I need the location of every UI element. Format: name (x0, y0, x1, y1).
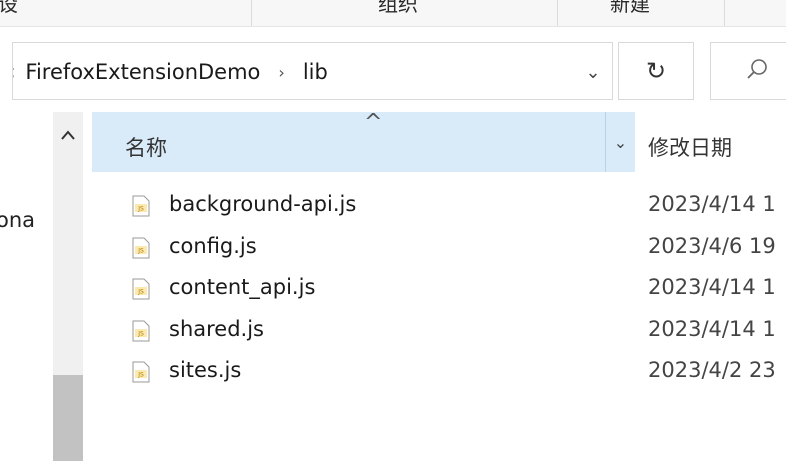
search-input[interactable] (710, 42, 786, 100)
column-filter-dropdown-icon[interactable]: ⌄ (606, 112, 635, 172)
ribbon-divider (0, 26, 786, 27)
file-name: shared.js (169, 316, 264, 341)
table-row[interactable]: JS background-api.js 2023/4/14 1 (92, 186, 786, 228)
column-header-name[interactable]: ^ 名称 (92, 110, 635, 172)
js-file-icon: JS (132, 195, 150, 217)
table-row[interactable]: JS content_api.js 2023/4/14 1 (92, 269, 786, 311)
svg-text:JS: JS (137, 247, 144, 254)
search-icon (747, 59, 767, 79)
file-date-modified: 2023/4/14 1 (648, 192, 776, 216)
ribbon-separator (724, 0, 725, 27)
js-file-icon: JS (132, 320, 150, 341)
breadcrumb-item-firefoxextensiondemo[interactable]: FirefoxExtensionDemo (25, 60, 260, 84)
ribbon-separator (251, 0, 252, 27)
js-file-icon: JS (132, 361, 150, 383)
nav-item-clipped[interactable]: ona (0, 208, 35, 232)
breadcrumb-item-lib[interactable]: lib (303, 60, 328, 84)
table-row[interactable]: JS shared.js 2023/4/14 1 (92, 311, 786, 353)
js-file-icon: JS (132, 237, 150, 258)
sort-ascending-icon: ^ (364, 110, 383, 135)
svg-text:JS: JS (137, 330, 144, 337)
ribbon: 设 组织 新建 (0, 0, 786, 27)
table-row[interactable]: JS config.js 2023/4/6 19 (92, 228, 786, 270)
column-header-date-modified[interactable]: 修改日期 (648, 132, 732, 162)
breadcrumb-chevron-icon[interactable]: › (278, 63, 284, 82)
breadcrumb: ‹ FirefoxExtensionDemo › lib (13, 43, 328, 99)
file-date-modified: 2023/4/6 19 (648, 233, 776, 258)
scroll-up-arrow-icon[interactable] (53, 120, 83, 150)
ribbon-separator (557, 0, 558, 27)
svg-text:JS: JS (137, 372, 144, 379)
file-date-modified: 2023/4/2 23 (648, 358, 776, 382)
breadcrumb-overflow-icon[interactable]: ‹ (13, 60, 15, 84)
nav-scrollbar-thumb[interactable] (53, 375, 83, 461)
file-name: background-api.js (169, 192, 357, 216)
address-history-dropdown-icon[interactable]: ⌄ (580, 43, 606, 99)
refresh-button[interactable]: ↻ (618, 42, 694, 100)
file-name: config.js (169, 233, 257, 258)
table-row[interactable]: JS sites.js 2023/4/2 23 (92, 352, 786, 394)
file-date-modified: 2023/4/14 1 (648, 275, 776, 299)
js-file-icon: JS (132, 278, 150, 300)
ribbon-group-organize[interactable]: 组织 (378, 0, 418, 17)
svg-text:JS: JS (137, 206, 144, 213)
ribbon-group-new[interactable]: 新建 (610, 0, 650, 17)
address-bar[interactable]: ‹ FirefoxExtensionDemo › lib ⌄ (12, 42, 613, 100)
svg-text:JS: JS (137, 289, 144, 296)
refresh-icon: ↻ (645, 57, 667, 85)
file-date-modified: 2023/4/14 1 (648, 316, 776, 341)
file-list: JS background-api.js 2023/4/14 1 JS conf… (92, 186, 786, 394)
ribbon-group-view[interactable]: 设 (0, 0, 18, 17)
file-name: sites.js (169, 358, 242, 382)
file-name: content_api.js (169, 275, 316, 299)
column-header-name-label: 名称 (125, 136, 167, 160)
